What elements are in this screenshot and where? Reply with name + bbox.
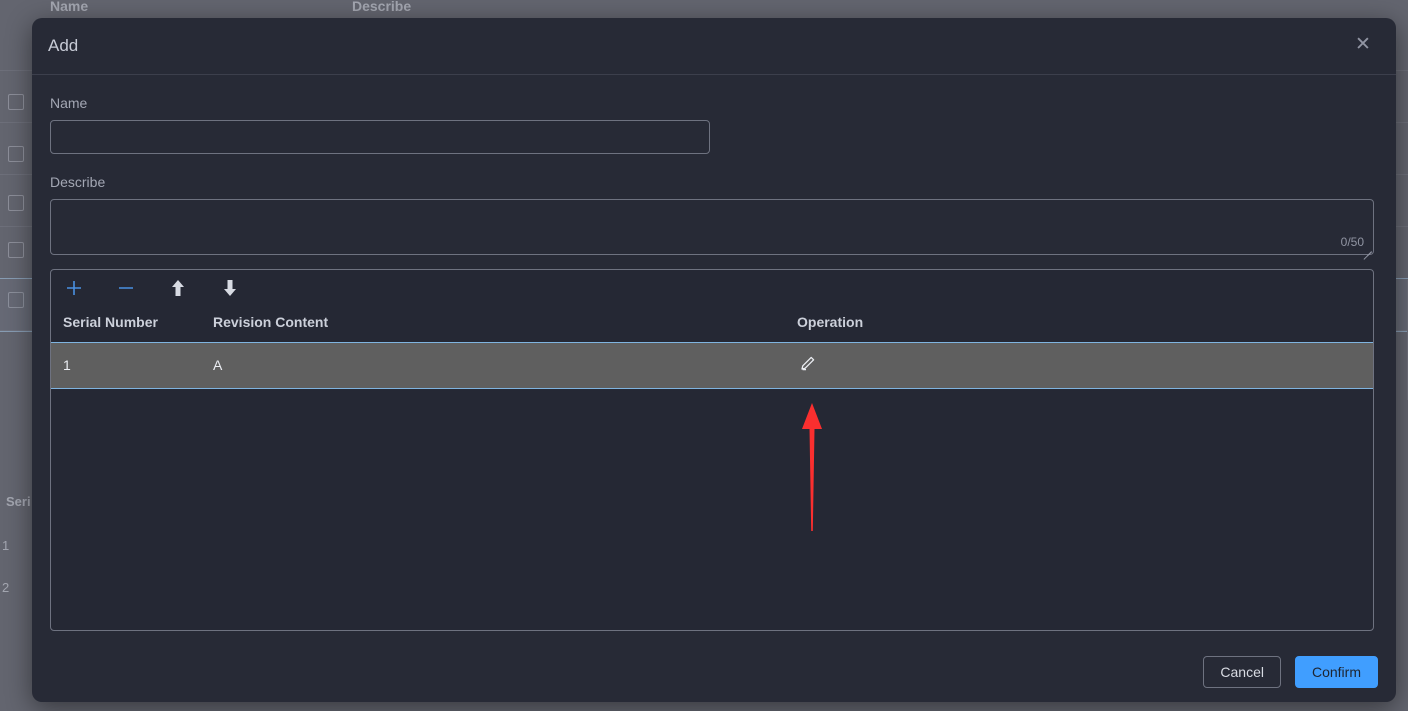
cell-revision-content: A: [213, 357, 223, 373]
revision-table-toolbar: [51, 270, 1373, 306]
dialog-header: Add ✕: [32, 18, 1396, 75]
name-field-label: Name: [50, 95, 88, 111]
dialog-body: Name Describe 0/50 Serial Number Revisio…: [32, 95, 1396, 631]
column-header-revision-content: Revision Content: [213, 314, 329, 330]
remove-row-button[interactable]: [115, 277, 137, 299]
move-up-button[interactable]: [167, 277, 189, 299]
dialog-footer: Cancel Confirm: [1203, 656, 1378, 688]
describe-field-label: Describe: [50, 174, 106, 190]
confirm-button[interactable]: Confirm: [1294, 656, 1378, 688]
cell-serial-number: 1: [63, 357, 71, 373]
revision-table-header: Serial Number Revision Content Operation: [51, 306, 1373, 342]
close-icon[interactable]: ✕: [1350, 32, 1376, 58]
describe-textarea[interactable]: [50, 199, 1374, 255]
cancel-button[interactable]: Cancel: [1203, 656, 1281, 688]
column-header-serial-number: Serial Number: [63, 314, 158, 330]
table-row[interactable]: 1 A: [51, 342, 1373, 389]
describe-field-wrapper: 0/50: [50, 199, 1374, 260]
add-dialog: Add ✕ Name Describe 0/50 Serial Number R…: [32, 18, 1396, 702]
revision-table-panel: Serial Number Revision Content Operation…: [50, 269, 1374, 631]
name-input[interactable]: [50, 120, 710, 154]
column-header-operation: Operation: [797, 314, 864, 330]
revision-table-body: 1 A: [51, 342, 1373, 389]
dialog-title: Add: [48, 36, 79, 55]
pencil-edit-icon[interactable]: [797, 354, 817, 377]
move-down-button[interactable]: [219, 277, 241, 299]
add-row-button[interactable]: [63, 277, 85, 299]
